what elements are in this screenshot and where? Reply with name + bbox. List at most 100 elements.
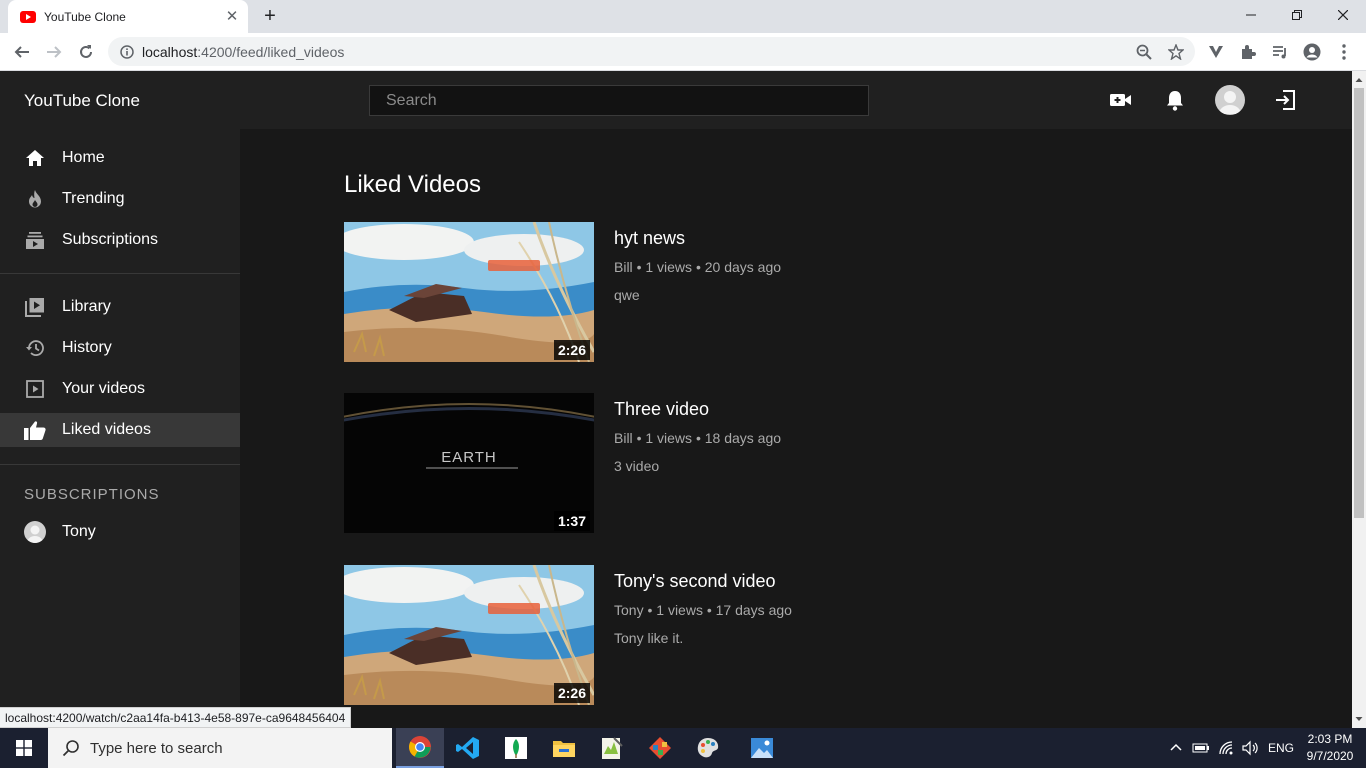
app-logo-title[interactable]: YouTube Clone [24, 91, 140, 111]
video-views: 1 views [645, 430, 693, 446]
git-gui-taskbar-icon[interactable] [636, 728, 684, 768]
windows-taskbar: Type here to search ENG 2:03 PM 9/7/2020 [0, 728, 1366, 768]
zoom-icon[interactable] [1134, 42, 1154, 62]
video-channel[interactable]: Bill [614, 259, 633, 275]
sidebar-item-label: History [62, 339, 112, 356]
file-explorer-taskbar-icon[interactable] [540, 728, 588, 768]
meta-separator: • [647, 602, 657, 618]
video-item: 2:26 Tony's second video Tony • 1 views … [344, 565, 1044, 705]
youtube-clone-app: YouTube Clone Home Trending [0, 71, 1352, 728]
search-icon [62, 740, 79, 757]
subscription-item-tony[interactable]: Tony [0, 515, 240, 549]
taskbar-clock[interactable]: 2:03 PM 9/7/2020 [1300, 731, 1360, 765]
page-scrollbar[interactable] [1352, 71, 1366, 728]
main-content: Liked Videos 2:26 hyt news Bill • 1 view… [240, 129, 1352, 728]
video-title[interactable]: Tony's second video [614, 571, 776, 592]
video-age: 18 days ago [704, 430, 782, 446]
video-title[interactable]: hyt news [614, 228, 685, 249]
sidebar-item-liked-videos[interactable]: Liked videos [0, 413, 240, 447]
subscription-name: Tony [62, 523, 96, 540]
taskbar-search-text: Type here to search [90, 739, 223, 757]
avatar [24, 521, 46, 543]
sidebar-item-label: Your videos [62, 380, 146, 397]
browser-tabstrip: YouTube Clone ✕ + [0, 0, 1366, 33]
sidebar-item-label: Library [62, 298, 111, 315]
browser-tab[interactable]: YouTube Clone ✕ [8, 0, 248, 33]
windows-start-icon[interactable] [0, 728, 48, 768]
sidebar-item-trending[interactable]: Trending [0, 182, 240, 216]
volume-icon[interactable] [1242, 740, 1260, 756]
subscriptions-heading: SUBSCRIPTIONS [24, 486, 160, 503]
battery-icon[interactable] [1192, 742, 1210, 754]
info-icon[interactable] [120, 44, 134, 59]
tab-title: YouTube Clone [44, 9, 126, 24]
profile-icon[interactable] [1302, 42, 1322, 62]
notifications-bell-icon[interactable] [1162, 87, 1188, 113]
chrome-taskbar-icon[interactable] [396, 728, 444, 768]
bookmark-star-icon[interactable] [1166, 42, 1186, 62]
new-tab-icon[interactable]: + [258, 5, 282, 29]
video-views: 1 views [645, 259, 693, 275]
video-channel[interactable]: Tony [614, 602, 644, 618]
sidebar-item-subscriptions[interactable]: Subscriptions [0, 223, 240, 257]
video-description: Tony like it. [614, 630, 684, 646]
scroll-up-arrow-icon[interactable] [1352, 73, 1366, 87]
sidebar-item-label: Subscriptions [62, 231, 159, 248]
video-meta: Bill • 1 views • 18 days ago [614, 430, 781, 446]
vuetify-extension-icon[interactable] [1206, 42, 1226, 62]
sidebar-item-home[interactable]: Home [0, 141, 240, 175]
photos-taskbar-icon[interactable] [738, 728, 786, 768]
paint-taskbar-icon[interactable] [684, 728, 732, 768]
sidebar-item-library[interactable]: Library [0, 290, 240, 324]
video-title[interactable]: Three video [614, 399, 709, 420]
extensions-puzzle-icon[interactable] [1238, 42, 1258, 62]
taskbar-search-box[interactable]: Type here to search [48, 728, 392, 768]
chrome-menu-icon[interactable] [1334, 42, 1354, 62]
search-input[interactable] [369, 85, 869, 116]
url-text: localhost:4200/feed/liked_videos [142, 43, 345, 60]
minimize-icon[interactable] [1228, 0, 1274, 30]
video-age: 20 days ago [704, 259, 782, 275]
history-icon [24, 337, 46, 359]
vscode-taskbar-icon[interactable] [444, 728, 492, 768]
restore-icon[interactable] [1274, 0, 1320, 30]
link-status-bubble: localhost:4200/watch/c2aa14fa-b413-4e58-… [0, 707, 352, 728]
forward-icon[interactable] [40, 38, 68, 66]
video-age: 17 days ago [715, 602, 792, 618]
meta-separator: • [695, 259, 705, 275]
mongodb-taskbar-icon[interactable] [492, 728, 540, 768]
video-thumbnail[interactable]: EARTH 1:37 [344, 393, 594, 533]
language-indicator[interactable]: ENG [1268, 741, 1294, 755]
video-thumbnail[interactable]: 2:26 [344, 222, 594, 362]
video-meta: Tony • 1 views • 17 days ago [614, 602, 792, 618]
video-duration: 1:37 [553, 511, 590, 531]
meta-separator: • [695, 430, 705, 446]
scrollbar-thumb[interactable] [1354, 88, 1364, 518]
video-thumbnail[interactable]: 2:26 [344, 565, 594, 705]
scroll-down-arrow-icon[interactable] [1352, 712, 1366, 726]
sidebar-item-label: Home [62, 149, 105, 166]
library-icon [24, 296, 46, 318]
address-bar[interactable]: localhost:4200/feed/liked_videos [108, 37, 1195, 66]
media-queue-icon[interactable] [1270, 42, 1290, 62]
user-avatar[interactable] [1215, 85, 1245, 115]
reload-icon[interactable] [72, 38, 100, 66]
video-meta: Bill • 1 views • 20 days ago [614, 259, 781, 275]
wifi-icon[interactable] [1218, 740, 1236, 756]
upload-video-icon[interactable] [1108, 87, 1134, 113]
video-channel[interactable]: Bill [614, 430, 633, 446]
sidebar-item-your-videos[interactable]: Your videos [0, 372, 240, 406]
video-views: 1 views [656, 602, 703, 618]
chevron-up-icon[interactable] [1168, 740, 1184, 756]
clock-date: 9/7/2020 [1306, 749, 1354, 763]
video-duration: 2:26 [553, 683, 590, 703]
back-icon[interactable] [8, 38, 36, 66]
subscriptions-icon [24, 229, 46, 251]
thumbnail-caption: EARTH [441, 449, 497, 466]
close-tab-icon[interactable]: ✕ [222, 7, 242, 27]
notepad-plus-plus-taskbar-icon[interactable] [588, 728, 636, 768]
sidebar-divider [0, 464, 240, 465]
sidebar-item-history[interactable]: History [0, 331, 240, 365]
close-window-icon[interactable] [1320, 0, 1366, 30]
sign-out-icon[interactable] [1272, 87, 1298, 113]
